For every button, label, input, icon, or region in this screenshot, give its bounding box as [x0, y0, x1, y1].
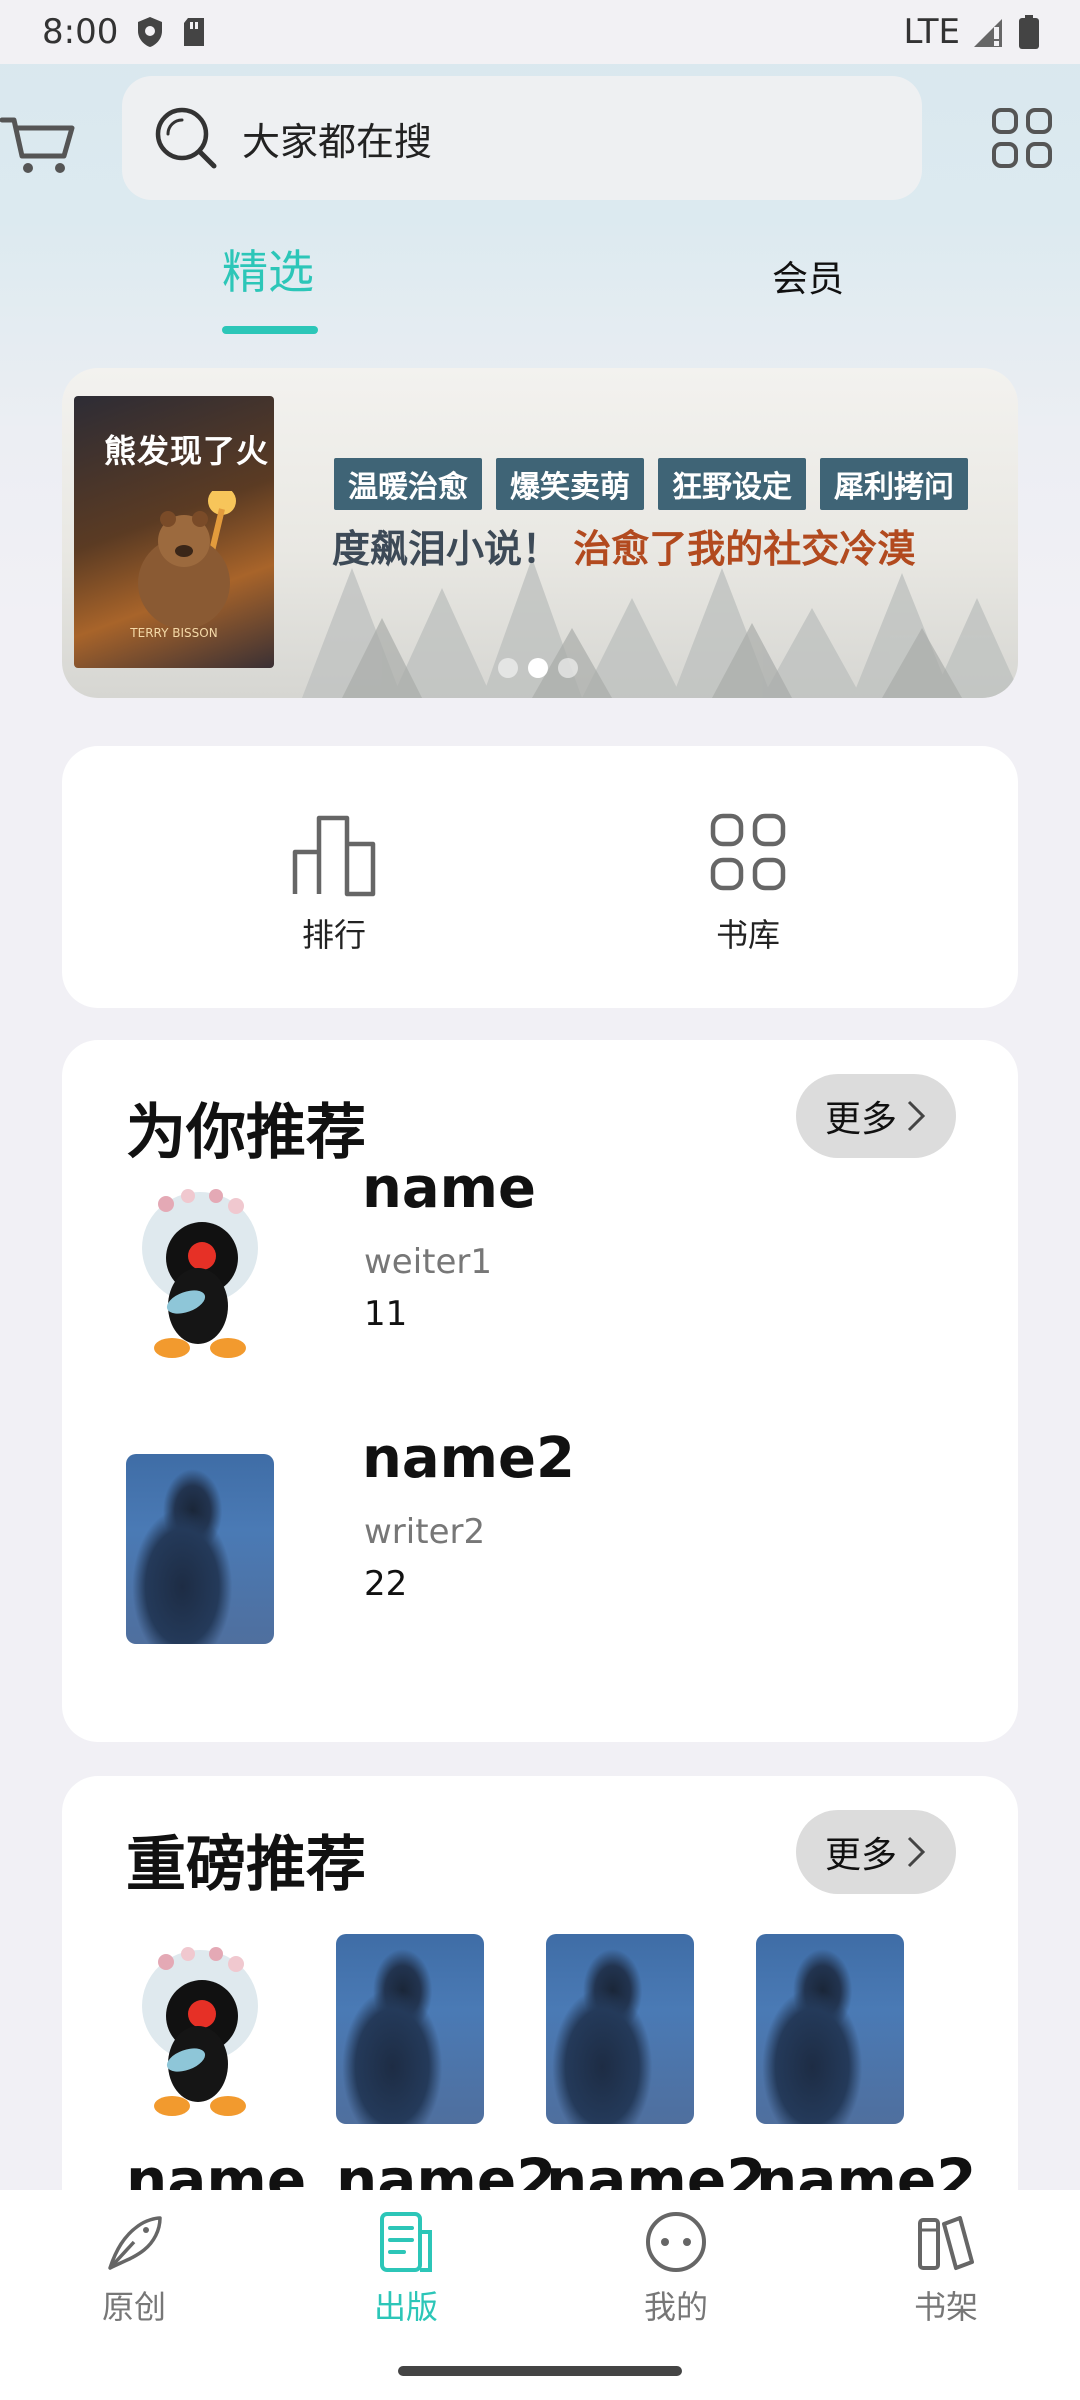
book-thumbnail [126, 1934, 274, 2124]
promo-banner[interactable]: 熊发现了火 TERRY BISSON 温暖治愈 爆笑卖萌 狂野设定 犀利拷问 度… [62, 368, 1018, 698]
chevron-right-icon [907, 1836, 926, 1868]
quill-icon [108, 2216, 162, 2270]
quick-link-library[interactable]: 书库 [668, 808, 828, 956]
nav-label: 出版 [373, 2288, 438, 2326]
status-time: 8:00 [42, 12, 119, 52]
list-item[interactable]: name weiter1 11 [126, 1156, 966, 1376]
carousel-dot-active[interactable] [528, 658, 548, 678]
penguin-image [126, 1176, 274, 1366]
banner-tag: 犀利拷问 [820, 458, 968, 510]
portrait-image [756, 1934, 904, 2124]
quick-links-card: 排行 书库 [62, 746, 1018, 1008]
book-title: 熊发现了火 [104, 432, 270, 470]
section-title: 为你推荐 [126, 1098, 366, 1168]
tab-member[interactable]: 会员 [772, 250, 844, 302]
book-name: name [362, 1156, 536, 1221]
portrait-image [126, 1454, 274, 1644]
carousel-dot[interactable] [498, 658, 518, 678]
more-button[interactable]: 更多 [796, 1810, 956, 1894]
list-item[interactable]: name2 writer2 22 [126, 1426, 966, 1654]
tab-underline [222, 326, 318, 334]
book-thumbnail [336, 1934, 484, 2124]
more-label: 更多 [824, 1099, 897, 1140]
chevron-right-icon [907, 1100, 926, 1132]
portrait-image [546, 1934, 694, 2124]
grid-icon [710, 813, 786, 891]
nav-publish[interactable]: 出版 [336, 2210, 476, 2328]
quick-link-label: 排行 [301, 916, 366, 954]
grid-menu-icon[interactable] [990, 106, 1054, 170]
more-label: 更多 [824, 1835, 897, 1876]
quick-link-ranking[interactable]: 排行 [254, 808, 414, 956]
tab-featured[interactable]: 精选 [222, 236, 314, 302]
home-indicator[interactable] [398, 2366, 682, 2376]
nav-label: 书架 [913, 2288, 978, 2326]
banner-tagline: 度飙泪小说！ 治愈了我的社交冷漠 [332, 518, 915, 573]
banner-tag: 爆笑卖萌 [496, 458, 644, 510]
banner-tagline-part1: 度飙泪小说！ [332, 526, 561, 571]
book-writer: writer2 [364, 1512, 486, 1552]
more-button[interactable]: 更多 [796, 1074, 956, 1158]
status-bar: 8:00 LTE [0, 0, 1080, 64]
nav-mine[interactable]: 我的 [606, 2210, 746, 2328]
book-cover: 熊发现了火 TERRY BISSON [74, 396, 274, 668]
network-type: LTE [903, 12, 960, 52]
carousel-dots [498, 658, 578, 678]
nav-label: 我的 [643, 2288, 708, 2326]
document-icon [380, 2212, 432, 2272]
featured-item[interactable]: name2 [336, 1934, 557, 2214]
signal-icon [974, 19, 1002, 47]
book-count: 22 [364, 1564, 408, 1604]
featured-item[interactable]: name2 [546, 1934, 767, 2214]
book-thumbnail [126, 1454, 274, 1644]
header: 大家都在搜 [0, 64, 1080, 204]
book-thumbnail [756, 1934, 904, 2124]
top-tabs: 精选 会员 [0, 236, 1080, 336]
section-title: 重磅推荐 [126, 1830, 366, 1900]
bear-illustration [138, 491, 236, 629]
chat-dots-icon [646, 2212, 706, 2272]
carousel-dot[interactable] [558, 658, 578, 678]
bookshelf-icon [918, 2216, 974, 2270]
nav-original[interactable]: 原创 [64, 2210, 204, 2328]
search-icon [155, 107, 217, 169]
banner-tags: 温暖治愈 爆笑卖萌 狂野设定 犀利拷问 [334, 458, 968, 510]
banner-tag: 温暖治愈 [334, 458, 482, 510]
portrait-image [336, 1934, 484, 2124]
banner-tag: 狂野设定 [658, 458, 806, 510]
book-name: name2 [362, 1426, 575, 1491]
nav-label: 原创 [101, 2288, 166, 2326]
search-bar[interactable]: 大家都在搜 [122, 76, 922, 200]
battery-icon [1019, 15, 1039, 49]
penguin-image [126, 1934, 274, 2124]
recommend-section: 为你推荐 更多 name weiter1 11 name2 writer2 22 [62, 1040, 1018, 1742]
book-thumbnail [126, 1176, 274, 1366]
book-count: 11 [364, 1294, 408, 1334]
quick-link-label: 书库 [715, 916, 780, 954]
chart-icon [292, 815, 376, 897]
nav-bookshelf[interactable]: 书架 [876, 2210, 1016, 2328]
search-placeholder: 大家都在搜 [242, 119, 433, 164]
featured-item[interactable]: name [126, 1934, 306, 2214]
featured-item[interactable]: name2 [756, 1934, 977, 2214]
book-writer: weiter1 [364, 1242, 493, 1282]
cart-icon[interactable] [0, 98, 80, 178]
book-author: TERRY BISSON [130, 626, 218, 640]
book-thumbnail [546, 1934, 694, 2124]
sd-card-icon [184, 18, 205, 46]
banner-tagline-part2: 治愈了我的社交冷漠 [573, 526, 916, 571]
shield-icon [138, 17, 163, 47]
